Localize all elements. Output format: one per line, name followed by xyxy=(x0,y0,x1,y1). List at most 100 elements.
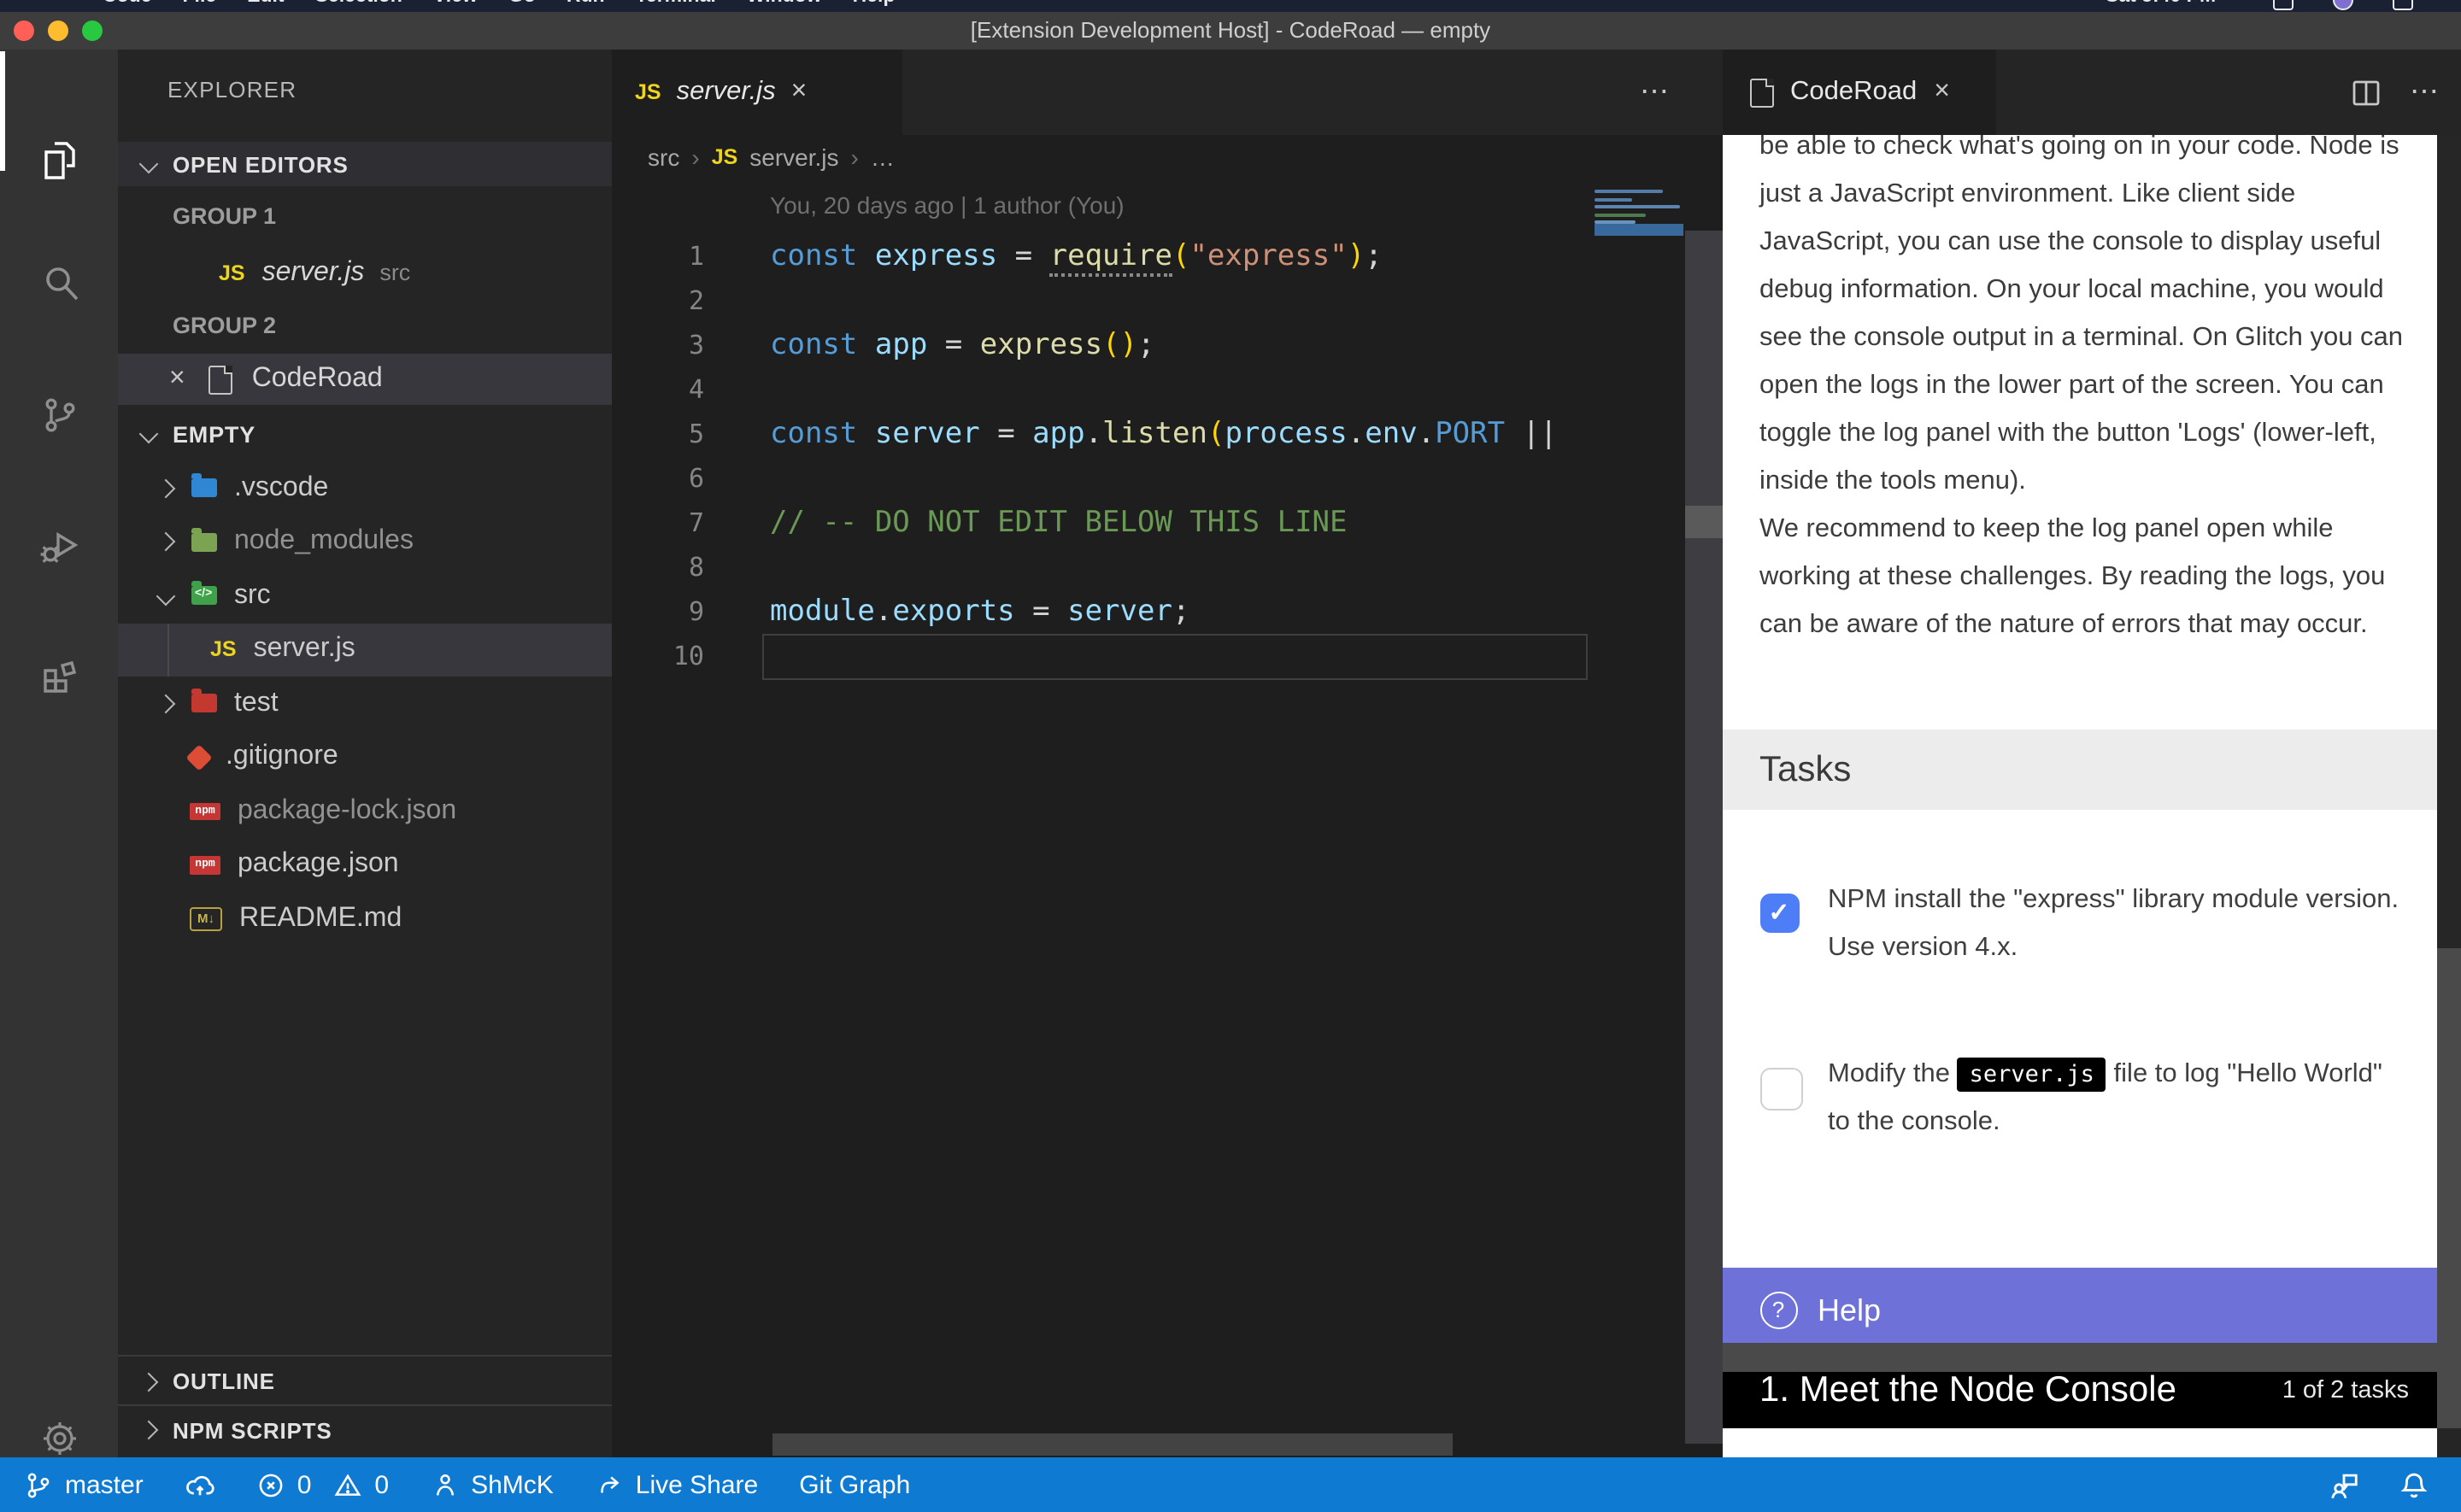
coderoad-webview: be able to check what's going on in your… xyxy=(1722,135,2436,1457)
editor-group: JS server.js × ⋯ src › JS server.js › … … xyxy=(611,50,1684,1457)
line-number: 1 xyxy=(611,241,704,272)
help-button[interactable]: ? Help xyxy=(1722,1268,2436,1353)
more-actions-icon[interactable]: ⋯ xyxy=(2410,75,2440,109)
code-line-7[interactable]: 7// -- DO NOT EDIT BELOW THIS LINE xyxy=(611,501,1684,545)
lesson-text: be able to check what's going on in your… xyxy=(1759,135,2421,649)
control-center-icon[interactable] xyxy=(2393,0,2413,10)
open-editors-header[interactable]: OPEN EDITORS xyxy=(118,142,611,186)
tree-item-label: test xyxy=(234,689,279,719)
code-line-5[interactable]: 5const server = app.listen(process.env.P… xyxy=(611,412,1684,456)
breadcrumb-symbol[interactable]: … xyxy=(871,144,895,171)
tab-server-js[interactable]: JS server.js × xyxy=(611,50,902,135)
menu-item-terminal[interactable]: Terminal xyxy=(636,0,716,7)
sidebar-item-run-debug[interactable] xyxy=(0,494,118,600)
menu-item-run[interactable]: Run xyxy=(567,0,605,7)
close-icon[interactable]: × xyxy=(791,79,808,106)
lesson-paragraph: We recommend to keep the log panel open … xyxy=(1759,506,2421,649)
editor-group-1-label: GROUP 1 xyxy=(118,190,611,243)
minimap-slider[interactable] xyxy=(1595,224,1683,236)
tree-item-server-js[interactable]: JSserver.js xyxy=(118,623,611,677)
files-icon xyxy=(35,137,83,185)
close-icon[interactable]: × xyxy=(169,366,185,393)
menu-item-view[interactable]: View xyxy=(433,0,478,7)
feedback-button[interactable] xyxy=(2328,1468,2360,1501)
file-icon xyxy=(209,365,233,394)
menu-item-help[interactable]: Help xyxy=(853,0,896,7)
code-line-8[interactable]: 8 xyxy=(611,545,1684,589)
menu-item-edit[interactable]: Edit xyxy=(247,0,284,7)
source-control-icon xyxy=(35,391,83,439)
sidebar-item-source-control[interactable] xyxy=(0,362,118,468)
line-number: 10 xyxy=(611,641,704,671)
folder-section-header[interactable]: EMPTY xyxy=(118,411,611,458)
tree-item-src[interactable]: </>src xyxy=(118,569,611,623)
problems-status[interactable]: 0 0 xyxy=(256,1470,389,1499)
file-tree: .vscodenode_modules</>srcJSserver.js test… xyxy=(118,461,611,946)
tab-coderoad[interactable]: CodeRoad × xyxy=(1722,50,1995,135)
tree-item-node-modules[interactable]: node_modules xyxy=(118,515,611,569)
breadcrumb-src[interactable]: src xyxy=(648,144,679,171)
minimap[interactable] xyxy=(1595,190,1683,228)
extensions-icon xyxy=(35,649,83,697)
code-line-3[interactable]: 3const app = express(); xyxy=(611,323,1684,367)
js-file-icon: JS xyxy=(635,80,661,104)
webview-actions: ⋯ xyxy=(2350,50,2440,135)
js-file-icon: JS xyxy=(712,145,738,169)
tree-item-label: src xyxy=(234,581,271,612)
chevron-down-icon xyxy=(139,425,159,444)
run-debug-icon xyxy=(35,523,83,571)
notifications-button[interactable] xyxy=(2398,1468,2430,1501)
code-lines[interactable]: 1const express = require("express");23co… xyxy=(611,234,1684,678)
panel-scrollbar-thumb[interactable] xyxy=(1684,506,1722,538)
code-line-10[interactable]: 10 xyxy=(611,634,1684,678)
tree-item-package-json[interactable]: npmpackage.json xyxy=(118,838,611,892)
npm-scripts-section-header[interactable]: NPM SCRIPTS xyxy=(118,1404,611,1454)
chevron-right-icon xyxy=(156,532,176,552)
window-title-bar: [Extension Development Host] - CodeRoad … xyxy=(0,12,2461,51)
account-status[interactable]: ShMcK xyxy=(430,1470,554,1499)
chevron-right-icon: › xyxy=(691,144,699,171)
code-line-9[interactable]: 9module.exports = server; xyxy=(611,589,1684,634)
more-actions-icon[interactable]: ⋯ xyxy=(1640,75,1671,109)
sync-changes-button[interactable] xyxy=(185,1469,215,1500)
webview-scrollbar-thumb[interactable] xyxy=(2436,135,2461,948)
open-editor-server-js[interactable]: JS server.js src xyxy=(118,246,611,299)
code-line-6[interactable]: 6 xyxy=(611,456,1684,501)
line-number: 9 xyxy=(611,596,704,627)
close-icon[interactable]: × xyxy=(1934,79,1950,106)
code-line-4[interactable]: 4 xyxy=(611,367,1684,412)
tree-item-package-lock-json[interactable]: npmpackage-lock.json xyxy=(118,784,611,838)
tree-item-readme-md[interactable]: M↓README.md xyxy=(118,892,611,946)
horizontal-scrollbar[interactable] xyxy=(772,1433,1453,1456)
git-graph-button[interactable]: Git Graph xyxy=(799,1470,910,1499)
line-number: 5 xyxy=(611,419,704,449)
task-1-checkbox[interactable]: ✓ xyxy=(1759,894,1799,933)
menu-item-file[interactable]: File xyxy=(183,0,217,7)
git-branch-status[interactable]: master xyxy=(24,1470,144,1499)
sidebar-item-extensions[interactable] xyxy=(0,620,118,726)
code-line-1[interactable]: 1const express = require("express"); xyxy=(611,234,1684,278)
spotlight-icon[interactable] xyxy=(2273,0,2294,10)
menu-item-go[interactable]: Go xyxy=(508,0,536,7)
webview-scrollbar[interactable] xyxy=(2436,135,2461,1428)
tree-item-label: .gitignore xyxy=(226,742,338,773)
open-editor-coderoad[interactable]: × CodeRoad xyxy=(118,354,611,405)
outline-section-header[interactable]: OUTLINE xyxy=(118,1355,611,1406)
tree-item-test[interactable]: test xyxy=(118,677,611,730)
menu-item-window[interactable]: Window xyxy=(747,0,822,7)
menu-item-selection[interactable]: Selection xyxy=(315,0,402,7)
breadcrumb-file[interactable]: server.js xyxy=(749,144,838,171)
split-editor-icon[interactable] xyxy=(2350,76,2382,108)
tree-item--gitignore[interactable]: .gitignore xyxy=(118,730,611,784)
sidebar-item-search[interactable] xyxy=(0,231,118,337)
sidebar-item-explorer[interactable] xyxy=(0,108,118,214)
menu-item-code[interactable]: Code xyxy=(103,0,152,7)
task-2-checkbox[interactable] xyxy=(1759,1068,1802,1111)
activity-bar xyxy=(0,50,118,1457)
npm-file-icon: npm xyxy=(190,802,220,820)
siri-icon[interactable] xyxy=(2333,0,2353,10)
tree-item--vscode[interactable]: .vscode xyxy=(118,461,611,515)
live-share-button[interactable]: Live Share xyxy=(595,1470,758,1499)
code-line-2[interactable]: 2 xyxy=(611,278,1684,323)
panel-scrollbar[interactable] xyxy=(1684,231,1722,1444)
